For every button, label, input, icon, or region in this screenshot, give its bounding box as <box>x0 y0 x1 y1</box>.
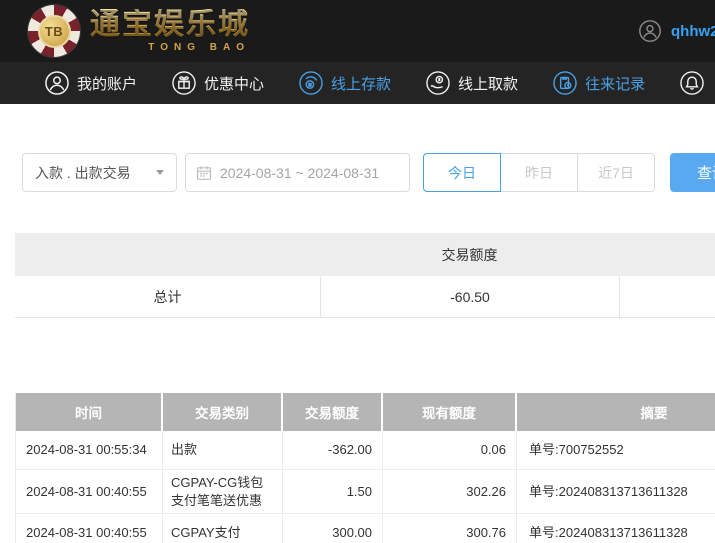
page: TB 通宝娱乐城 TONG BAO qhhw2 我的账户 <box>0 0 715 543</box>
nav-label: 线上存款 <box>331 73 391 94</box>
cell-time: 2024-08-31 00:40:55 <box>16 470 163 514</box>
calendar-icon <box>196 165 212 181</box>
col-header-type: 交易类别 <box>163 393 283 431</box>
table-row: 2024-08-31 00:40:55 CGPAY支付 300.00 300.7… <box>16 514 715 543</box>
summary-header-row: 交易额度 <box>15 233 715 276</box>
nav-item-deposit[interactable]: 线上存款 <box>298 70 391 96</box>
total-value: -60.50 <box>320 276 619 317</box>
nav-label: 优惠中心 <box>204 73 264 94</box>
cell-amount: 300.00 <box>283 514 383 543</box>
cell-memo: 单号:202408313713611328 <box>517 514 715 543</box>
today-button[interactable]: 今日 <box>423 153 501 192</box>
last-7-days-button[interactable]: 近7日 <box>577 153 655 192</box>
nav-item-messages[interactable] <box>679 70 712 96</box>
col-header-time: 时间 <box>16 393 163 431</box>
chip-text: TB <box>45 24 63 39</box>
nav-item-promotions[interactable]: 优惠中心 <box>171 70 264 96</box>
cell-amount: -362.00 <box>283 431 383 470</box>
nav-item-my-account[interactable]: 我的账户 <box>44 70 137 96</box>
cell-memo: 单号:700752552 <box>517 431 715 470</box>
cell-balance: 0.06 <box>383 431 517 470</box>
date-range-value: 2024-08-31 ~ 2024-08-31 <box>220 165 379 181</box>
search-button[interactable]: 查询 <box>670 153 715 192</box>
gift-icon <box>171 70 197 96</box>
cell-balance: 300.76 <box>383 514 517 543</box>
username: qhhw2 <box>671 23 715 40</box>
deposit-icon <box>298 70 324 96</box>
summary-empty-cell <box>619 276 715 317</box>
col-header-balance: 现有额度 <box>383 393 517 431</box>
filter-bar: 入款 . 出款交易 2024-08-31 ~ 2024-08-31 今日 昨日 … <box>22 153 715 192</box>
user-icon <box>44 70 70 96</box>
withdraw-icon <box>425 70 451 96</box>
bell-icon <box>679 70 705 96</box>
selected-type: 入款 . 出款交易 <box>35 163 156 183</box>
logo-title: 通宝娱乐城 <box>90 9 250 41</box>
nav-label: 我的账户 <box>77 73 137 94</box>
table-header-row: 时间 交易类别 交易额度 现有额度 摘要 <box>16 393 715 431</box>
casino-chip-icon: TB <box>28 5 80 57</box>
transaction-type-select[interactable]: 入款 . 出款交易 <box>22 153 177 192</box>
yesterday-button[interactable]: 昨日 <box>500 153 578 192</box>
nav-item-withdraw[interactable]: 线上取款 <box>425 70 518 96</box>
cell-time: 2024-08-31 00:40:55 <box>16 514 163 543</box>
cell-memo: 单号:202408313713611328 <box>517 470 715 514</box>
records-icon <box>552 70 578 96</box>
chevron-down-icon <box>156 170 164 175</box>
logo-subtitle: TONG BAO <box>148 42 250 53</box>
topbar: TB 通宝娱乐城 TONG BAO qhhw2 <box>0 0 715 62</box>
user-avatar-icon <box>638 19 662 43</box>
site-logo[interactable]: TB 通宝娱乐城 TONG BAO <box>28 5 250 57</box>
cell-amount: 1.50 <box>283 470 383 514</box>
col-header-amount: 交易额度 <box>283 393 383 431</box>
cell-type: CGPAY支付 <box>163 514 283 543</box>
summary-header-label: 交易额度 <box>320 245 619 265</box>
table-row: 2024-08-31 00:55:34 出款 -362.00 0.06 单号:7… <box>16 431 715 470</box>
quick-date-buttons: 今日 昨日 近7日 <box>423 153 655 192</box>
cell-type: CGPAY-CG钱包支付笔笔送优惠 <box>163 470 283 514</box>
nav-item-records[interactable]: 往来记录 <box>552 70 645 96</box>
cell-balance: 302.26 <box>383 470 517 514</box>
summary-total-row: 总计 -60.50 <box>15 276 715 318</box>
transactions-table: 时间 交易类别 交易额度 现有额度 摘要 2024-08-31 00:55:34… <box>15 393 715 543</box>
nav-label: 往来记录 <box>585 73 645 94</box>
nav-label: 线上取款 <box>458 73 518 94</box>
col-header-memo: 摘要 <box>517 393 715 431</box>
cell-time: 2024-08-31 00:55:34 <box>16 431 163 470</box>
main-nav: 我的账户 优惠中心 线上存款 <box>0 62 715 104</box>
summary-table: 交易额度 总计 -60.50 <box>15 233 715 318</box>
date-range-input[interactable]: 2024-08-31 ~ 2024-08-31 <box>185 153 410 192</box>
total-label: 总计 <box>15 276 320 317</box>
user-account[interactable]: qhhw2 <box>638 0 715 62</box>
table-row: 2024-08-31 00:40:55 CGPAY-CG钱包支付笔笔送优惠 1.… <box>16 470 715 514</box>
cell-type: 出款 <box>163 431 283 470</box>
logo-text: 通宝娱乐城 TONG BAO <box>90 9 250 53</box>
